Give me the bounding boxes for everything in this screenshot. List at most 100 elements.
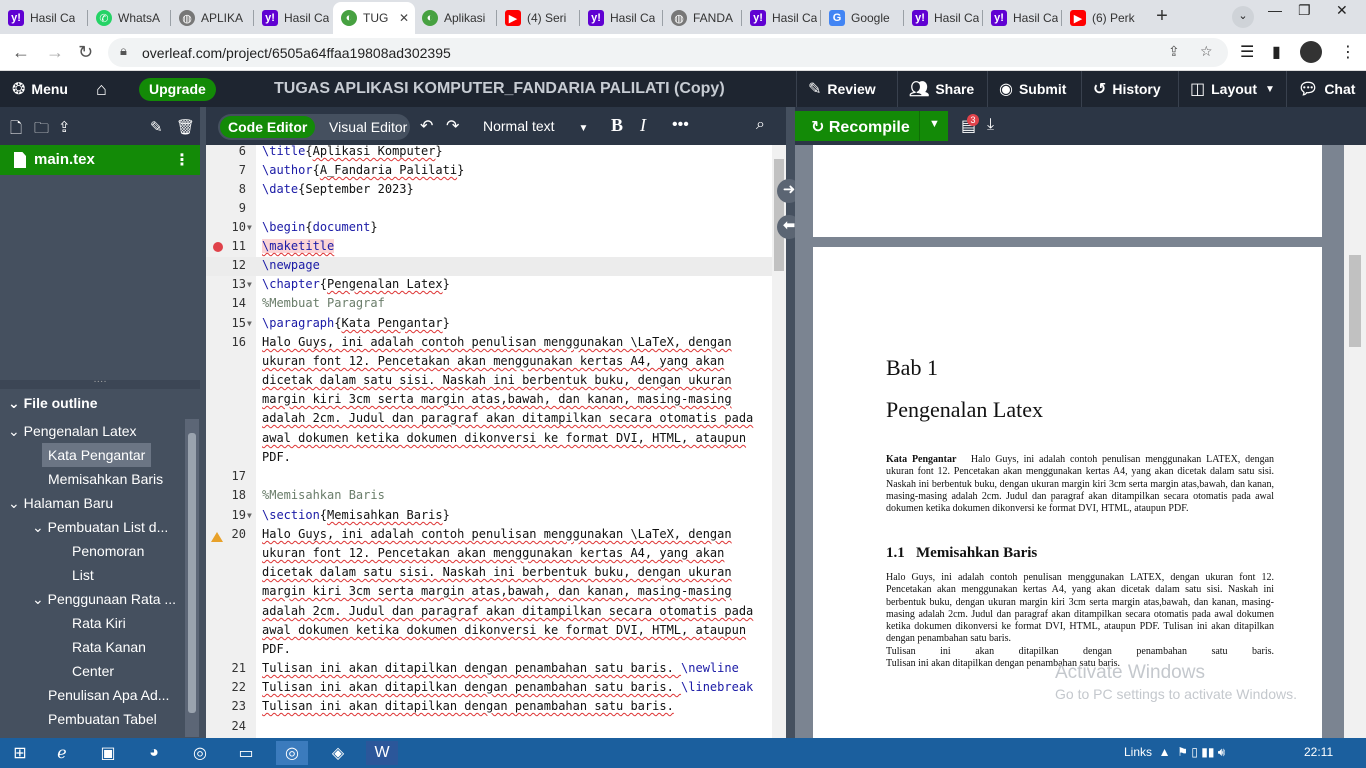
fold-chevron-icon[interactable]: ▼: [247, 506, 252, 525]
pdf-viewer[interactable]: Bab 1 Pengenalan Latex Kata Pengantar Ha…: [795, 145, 1366, 738]
chevron-down-icon[interactable]: ▼: [929, 118, 940, 130]
home-icon[interactable]: ⌂: [96, 71, 113, 107]
review-button[interactable]: ✎ Review: [808, 71, 876, 107]
pdf-scrollbar[interactable]: [1344, 145, 1366, 738]
system-tray: Links ▲ ⚑ ▯ ▮▮ 🔊︎: [1124, 745, 1226, 759]
close-tab-icon[interactable]: ✕: [399, 11, 409, 25]
reload-icon[interactable]: ↻: [78, 42, 93, 63]
new-tab-button[interactable]: +: [1149, 4, 1175, 30]
italic-icon[interactable]: I: [640, 115, 646, 136]
minimize-icon[interactable]: —: [1268, 2, 1282, 18]
fold-chevron-icon[interactable]: ▼: [247, 275, 252, 294]
browser-tab[interactable]: ✆ WhatsA: [88, 4, 170, 32]
bold-icon[interactable]: B: [611, 115, 623, 136]
browser-tab[interactable]: y! Hasil Ca: [983, 4, 1061, 32]
outline-item[interactable]: Pembuatan Tabel: [48, 707, 157, 731]
outline-scrollbar[interactable]: [185, 419, 199, 737]
url-field[interactable]: 🔒︎ overleaf.com/project/6505a64ffaa19808…: [108, 38, 1228, 67]
browser-tab[interactable]: ◍ FANDA: [663, 4, 741, 32]
download-pdf-icon[interactable]: ⤓: [987, 116, 994, 134]
outline-item[interactable]: Rata Kanan: [72, 635, 146, 659]
code-editor[interactable]: 6 7 8 9 10 ▼ 11 12 13 ▼ 14 15 ▼ 16 17 18 19…: [206, 145, 786, 738]
search-icon[interactable]: ⌕: [756, 116, 765, 134]
word-icon[interactable]: W: [366, 741, 398, 765]
browser-tab[interactable]: y! Hasil Ca: [904, 4, 982, 32]
outline-item[interactable]: ⌄ Pengenalan Latex: [8, 419, 137, 443]
outline-item[interactable]: Rata Kiri: [72, 611, 126, 635]
links-toolbar[interactable]: Links: [1124, 745, 1152, 759]
visual-editor-toggle[interactable]: Visual Editor: [329, 116, 407, 138]
close-window-icon[interactable]: ✕: [1336, 2, 1348, 19]
code-line: \section{Memisahkan Baris}: [262, 508, 450, 522]
panel-resize-handle[interactable]: ····: [0, 377, 200, 389]
undo-icon[interactable]: ↶: [420, 116, 433, 136]
restore-icon[interactable]: ❐: [1298, 2, 1311, 19]
browser-tab[interactable]: y! Hasil Ca: [0, 4, 87, 32]
outline-item[interactable]: Penulisan Apa Ad...: [48, 683, 169, 707]
file-outline-header[interactable]: ⌄ File outline: [8, 395, 98, 412]
trash-icon[interactable]: 🗑︎: [176, 118, 195, 136]
text-style-select[interactable]: Normal text ▼: [483, 118, 588, 134]
file-explorer-icon[interactable]: ▭: [230, 741, 262, 765]
redo-icon[interactable]: ↷: [446, 116, 459, 136]
edge-icon[interactable]: ◕: [138, 741, 170, 765]
outline-item-selected[interactable]: Kata Pengantar: [42, 443, 152, 467]
browser-menu-icon[interactable]: ⋮: [1340, 42, 1356, 62]
upgrade-button[interactable]: Upgrade: [139, 78, 216, 101]
outline-item[interactable]: ⌄ Pembuatan List d...: [32, 515, 168, 539]
new-file-icon[interactable]: 🗋︎: [10, 118, 22, 143]
back-icon[interactable]: ←: [12, 42, 30, 63]
code-line: Tulisan ini akan ditapilkan dengan penam…: [262, 680, 754, 694]
outline-item[interactable]: Penomoran: [72, 539, 144, 563]
rename-pencil-icon[interactable]: ✎: [150, 118, 163, 136]
browser-tab[interactable]: G Google: [821, 4, 903, 32]
code-editor-toggle[interactable]: Code Editor: [220, 116, 316, 138]
browser-tab[interactable]: y! Hasil Ca: [580, 4, 662, 32]
sidepanel-icon[interactable]: ▮: [1272, 42, 1281, 62]
browser-tab-active[interactable]: ◐ TUG ✕: [333, 2, 415, 34]
store-icon[interactable]: ▣: [92, 741, 124, 765]
tab-search-icon[interactable]: ⌄: [1232, 6, 1254, 28]
clock[interactable]: 22:11: [1304, 745, 1333, 759]
pdf-page: Bab 1 Pengenalan Latex Kata Pengantar Ha…: [813, 247, 1322, 738]
outline-item[interactable]: Center: [72, 659, 114, 683]
reading-list-icon[interactable]: ☰: [1240, 42, 1254, 62]
file-item-main-tex[interactable]: main.tex ⋮: [0, 145, 200, 175]
fold-chevron-icon[interactable]: ▼: [247, 314, 252, 333]
chat-button[interactable]: 💬︎ Chat: [1298, 71, 1355, 107]
chrome-icon[interactable]: ◎: [184, 741, 216, 765]
history-button[interactable]: ↺ History: [1093, 71, 1161, 107]
upload-icon[interactable]: ⇪: [58, 118, 71, 136]
new-folder-icon[interactable]: 🗀︎: [34, 118, 49, 143]
browser-tab[interactable]: ▶ (6) Perk: [1062, 4, 1144, 32]
profile-avatar[interactable]: [1300, 41, 1322, 63]
share-page-icon[interactable]: ⇪: [1168, 43, 1180, 60]
chrome-active-icon[interactable]: ◎: [276, 741, 308, 765]
bookmark-star-icon[interactable]: ☆: [1200, 43, 1213, 60]
menu-button[interactable]: ❂ Menu: [12, 71, 68, 107]
outline-item[interactable]: ⌄ Halaman Baru: [8, 491, 113, 515]
browser-tab-strip: y! Hasil Ca ✆ WhatsA ◍ APLIKA y! Hasil Ca ◐ T…: [0, 0, 1366, 34]
browser-tab[interactable]: y! Hasil Ca: [254, 4, 336, 32]
browser-tab[interactable]: ▶ (4) Seri: [497, 4, 579, 32]
windows-start-icon[interactable]: ⊞: [4, 741, 36, 765]
layout-button[interactable]: ◫ Layout ▼: [1190, 71, 1275, 107]
share-button[interactable]: 👥︎ Share: [909, 71, 974, 107]
submit-button[interactable]: ◉ Submit: [999, 71, 1066, 107]
overleaf-icon: ◐: [341, 10, 357, 26]
internet-explorer-icon[interactable]: ℯ: [46, 741, 78, 765]
file-menu-icon[interactable]: ⋮: [174, 150, 190, 170]
outline-item[interactable]: List: [72, 563, 94, 587]
browser-tab[interactable]: y! Hasil Ca: [742, 4, 820, 32]
fold-chevron-icon[interactable]: ▼: [247, 218, 252, 237]
chevron-down-icon: ⌄: [8, 395, 20, 411]
more-options-icon[interactable]: •••: [672, 116, 689, 134]
outline-item[interactable]: Memisahkan Baris: [48, 467, 163, 491]
media-app-icon[interactable]: ◈: [322, 741, 354, 765]
browser-tab[interactable]: ◐ Aplikasi: [414, 4, 496, 32]
forward-icon[interactable]: →: [46, 42, 64, 63]
recompile-button[interactable]: ↻ Recompile ▼: [795, 111, 948, 141]
browser-tab[interactable]: ◍ APLIKA: [171, 4, 253, 32]
outline-item[interactable]: ⌄ Penggunaan Rata ...: [32, 587, 176, 611]
project-title[interactable]: TUGAS APLIKASI KOMPUTER_FANDARIA PALILAT…: [274, 80, 725, 98]
